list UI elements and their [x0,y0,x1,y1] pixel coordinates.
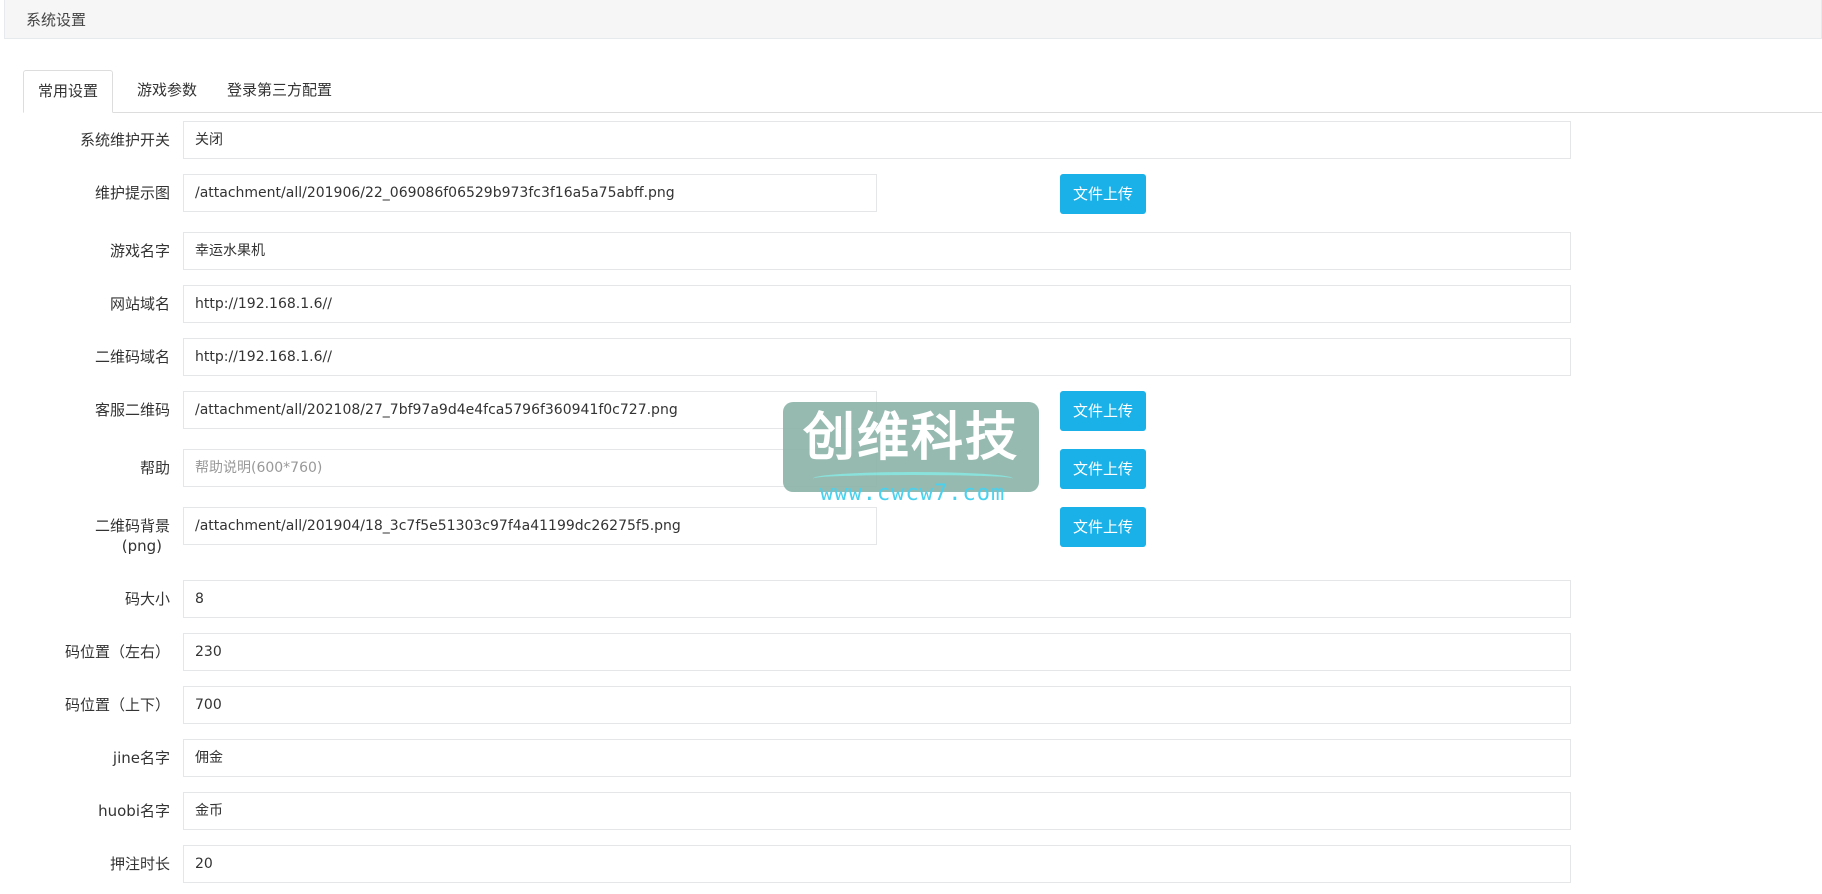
maintenance-label: 系统维护开关 [79,131,170,149]
game-name-input[interactable]: 幸运水果机 [183,232,1571,270]
qr-background-input[interactable]: /attachment/all/201904/18_3c7f5e51303c97… [183,507,877,545]
maintenance-image-upload-button[interactable]: 文件上传 [1060,174,1146,214]
qr-background-label-line2: (png) [121,537,162,555]
site-domain-label: 网站域名 [109,295,170,313]
settings-tabs: 常用设置 游戏参数 登录第三方配置 [23,70,1822,113]
qr-domain-label: 二维码域名 [94,348,170,366]
code-pos-x-input[interactable]: 230 [183,633,1571,671]
code-size-label: 码大小 [124,590,170,608]
maintenance-image-input[interactable]: /attachment/all/201906/22_069086f06529b9… [183,174,877,212]
qr-background-label: 二维码背景 (png) [0,516,170,556]
bet-duration-input[interactable]: 20 [183,845,1571,883]
help-input[interactable]: 帮助说明(600*760) [183,449,877,487]
service-qr-upload-button[interactable]: 文件上传 [1060,391,1146,431]
tab-third-party-login[interactable]: 登录第三方配置 [213,70,346,112]
help-upload-button[interactable]: 文件上传 [1060,449,1146,489]
huobi-name-input[interactable]: 金币 [183,792,1571,830]
watermark-url: www.cwcw7.com [820,481,1006,506]
service-qr-input[interactable]: /attachment/all/202108/27_7bf97a9d4e4fca… [183,391,877,429]
code-pos-x-label: 码位置（左右） [64,643,170,661]
code-pos-y-label: 码位置（上下） [64,696,170,714]
tab-common-settings[interactable]: 常用设置 [23,70,114,113]
watermark-logo: 创维科技 [783,402,1039,492]
panel-heading: 系统设置 [4,0,1822,39]
maintenance-select[interactable]: 关闭 [183,121,1571,159]
qr-background-label-line1: 二维码背景 [94,517,170,535]
maintenance-image-label: 维护提示图 [94,184,170,202]
tab-game-params[interactable]: 游戏参数 [123,70,211,112]
game-name-label: 游戏名字 [109,242,170,260]
watermark-title: 创维科技 [802,408,1019,468]
service-qr-label: 客服二维码 [94,401,170,419]
bet-duration-label: 押注时长 [109,855,170,873]
qr-domain-input[interactable]: http://192.168.1.6// [183,338,1571,376]
jine-name-label: jine名字 [112,749,170,767]
site-domain-input[interactable]: http://192.168.1.6// [183,285,1571,323]
help-label: 帮助 [139,459,170,477]
jine-name-input[interactable]: 佣金 [183,739,1571,777]
code-pos-y-input[interactable]: 700 [183,686,1571,724]
page-title: 系统设置 [26,11,87,29]
qr-background-upload-button[interactable]: 文件上传 [1060,507,1146,547]
huobi-name-label: huobi名字 [98,802,170,820]
code-size-input[interactable]: 8 [183,580,1571,618]
